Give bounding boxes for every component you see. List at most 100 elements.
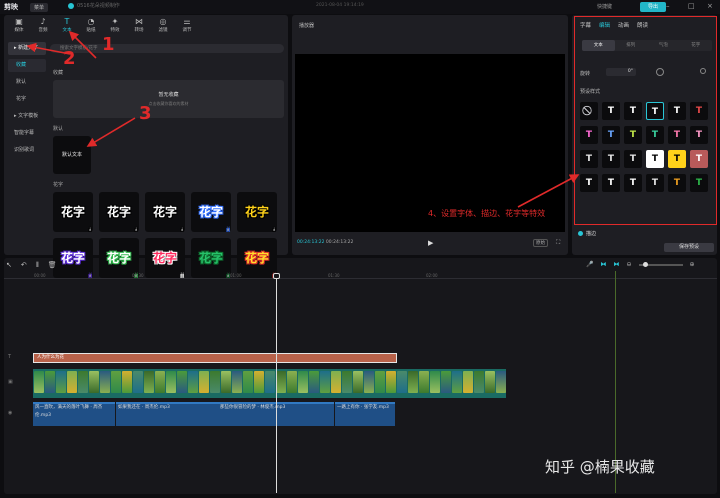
side-nav: ▸ 新建文本 收藏 默认 花字 ▸ 文字模板 智能字幕 识别歌词 (8, 42, 46, 161)
nav-default[interactable]: 默认 (8, 76, 46, 89)
video-track-icon: ▣ (8, 379, 13, 385)
nav-smart-caption[interactable]: 智能字幕 (8, 127, 46, 140)
tool-label: 调节 (182, 28, 192, 33)
preset-style-item[interactable]: T (668, 150, 686, 168)
video-thumbnail (34, 371, 44, 393)
download-icon: ⤓ (227, 226, 229, 231)
preset-style-item[interactable]: T (690, 150, 708, 168)
default-text-item[interactable]: 默认文本 (53, 136, 91, 174)
export-button[interactable]: 导出 (640, 2, 666, 12)
select-icon[interactable]: ↖ (6, 261, 12, 270)
time-tick: 01:30 (328, 273, 340, 278)
menu-button[interactable]: 菜单 (30, 2, 49, 12)
nav-new-text[interactable]: ▸ 新建文本 (8, 42, 46, 55)
preset-style-item[interactable]: T (668, 102, 686, 120)
preset-style-item[interactable]: T (690, 126, 708, 144)
audio-clip[interactable]: 风一直吹，满天的落叶飞舞 · 周杰伦.mp3 (33, 402, 115, 426)
no-style-icon[interactable]: ⃠ (580, 102, 598, 120)
tool-adjust[interactable]: ⚌ 调节 (176, 16, 198, 36)
video-thumbnail (45, 371, 55, 393)
tool-sticker[interactable]: ◔ 贴纸 (80, 16, 102, 36)
close-icon[interactable]: × (707, 2, 713, 10)
video-clip[interactable] (33, 369, 506, 398)
fancy-text-item[interactable]: 花字 ⤓ (145, 192, 185, 232)
video-thumbnail (78, 371, 88, 393)
preset-style-item[interactable]: T (646, 174, 664, 192)
preset-style-item[interactable]: T (580, 150, 598, 168)
sticker-icon: ◔ (87, 17, 95, 26)
search-input[interactable]: 搜索文字模板/花字 (50, 44, 284, 53)
play-button[interactable]: ▶ (428, 239, 433, 247)
tool-media[interactable]: ▣ 媒体 (8, 16, 30, 36)
preset-style-item[interactable]: T (646, 150, 664, 168)
video-thumbnail (419, 371, 429, 393)
preset-style-item[interactable]: T (646, 126, 664, 144)
preset-style-item[interactable]: T (624, 150, 642, 168)
undo-icon[interactable]: ↶ (21, 261, 27, 270)
mic-icon[interactable]: 🎤 (586, 261, 593, 268)
preset-style-item[interactable]: T (624, 102, 642, 120)
preset-style-item[interactable]: T (580, 174, 598, 192)
preset-style-item[interactable]: T (602, 102, 620, 120)
nav-templates[interactable]: ▸ 文字模板 (8, 110, 46, 123)
preset-style-item[interactable]: T (668, 174, 686, 192)
effect-icon: ✦ (111, 17, 119, 26)
preset-style-item[interactable]: T (690, 102, 708, 120)
zoom-slider[interactable] (638, 261, 683, 267)
playhead[interactable] (276, 273, 277, 493)
fullscreen-icon[interactable]: ⛶ (556, 239, 560, 247)
video-thumbnail (155, 371, 165, 393)
link-icon[interactable]: ⧓ (600, 261, 606, 268)
tool-effect[interactable]: ✦ 特效 (104, 16, 126, 36)
video-thumbnail (298, 371, 308, 393)
preset-style-item[interactable]: T (668, 126, 686, 144)
nav-favorites[interactable]: 收藏 (8, 59, 46, 72)
fancy-text-item[interactable]: 花字 ⤓ (99, 192, 139, 232)
preset-style-item[interactable]: T (602, 150, 620, 168)
maximize-icon[interactable]: □ (688, 2, 695, 10)
shortcut-button[interactable]: 快捷键 (597, 3, 612, 10)
delete-icon[interactable]: 🗑 (48, 261, 57, 270)
timeline-view-tools: 🎤 ⧓ ⧓ ⊖ ⊕ (586, 261, 695, 268)
tool-transition[interactable]: ⋈ 转场 (128, 16, 150, 36)
minimize-icon[interactable]: – (666, 2, 670, 10)
total-time: 00:24:13:22 (325, 240, 354, 245)
preset-style-item[interactable]: T (646, 102, 664, 120)
filter-icon: ◎ (159, 17, 167, 26)
video-thumbnail (342, 371, 352, 393)
text-clip[interactable]: 人为什么为花 (33, 353, 397, 363)
save-preset-button[interactable]: 保存预设 (664, 243, 714, 252)
audio-clip[interactable]: 一路上有你 · 张学友.mp3 (335, 402, 395, 426)
time-ruler[interactable] (4, 271, 717, 279)
zoom-out-icon[interactable]: ⊖ (626, 261, 631, 268)
time-tick: 00:30 (132, 273, 144, 278)
ratio-button[interactable]: 原始 (533, 239, 548, 247)
fancy-text-sample: 花字 (106, 251, 131, 265)
split-icon[interactable]: ⫴ (36, 261, 39, 270)
tool-text[interactable]: T 文本 (56, 16, 78, 36)
preset-style-item[interactable]: T (690, 174, 708, 192)
nav-lyrics[interactable]: 识别歌词 (8, 144, 46, 157)
zoom-slider-knob[interactable] (642, 261, 648, 267)
audio-clip[interactable]: 如果我还在 · 周杰伦.mp3 (116, 402, 218, 426)
preset-style-item[interactable]: T (624, 174, 642, 192)
fancy-text-item[interactable]: 花字 ⤓ (53, 192, 93, 232)
preset-style-item[interactable]: T (624, 126, 642, 144)
zoom-in-icon[interactable]: ⊕ (690, 261, 695, 268)
video-thumbnail (276, 371, 286, 393)
video-thumbnail (122, 371, 132, 393)
tool-filter[interactable]: ◎ 滤镜 (152, 16, 174, 36)
nav-fancy[interactable]: 花字 (8, 93, 46, 106)
preset-style-item[interactable]: T (602, 174, 620, 192)
fancy-text-item[interactable]: 花字 ⤓ (237, 192, 277, 232)
fancy-text-item[interactable]: 花字 ⤓ (191, 192, 231, 232)
video-thumbnail (232, 371, 242, 393)
preset-style-item[interactable]: T (580, 126, 598, 144)
stroke-toggle[interactable]: 描边 (578, 230, 596, 237)
audio-track-icon: ◉ (8, 410, 13, 416)
preset-style-item[interactable]: T (602, 126, 620, 144)
tool-audio[interactable]: ♪ 音频 (32, 16, 54, 36)
video-thumbnail (309, 371, 319, 393)
playhead-handle[interactable] (273, 273, 280, 279)
snap-icon[interactable]: ⧓ (613, 261, 619, 268)
